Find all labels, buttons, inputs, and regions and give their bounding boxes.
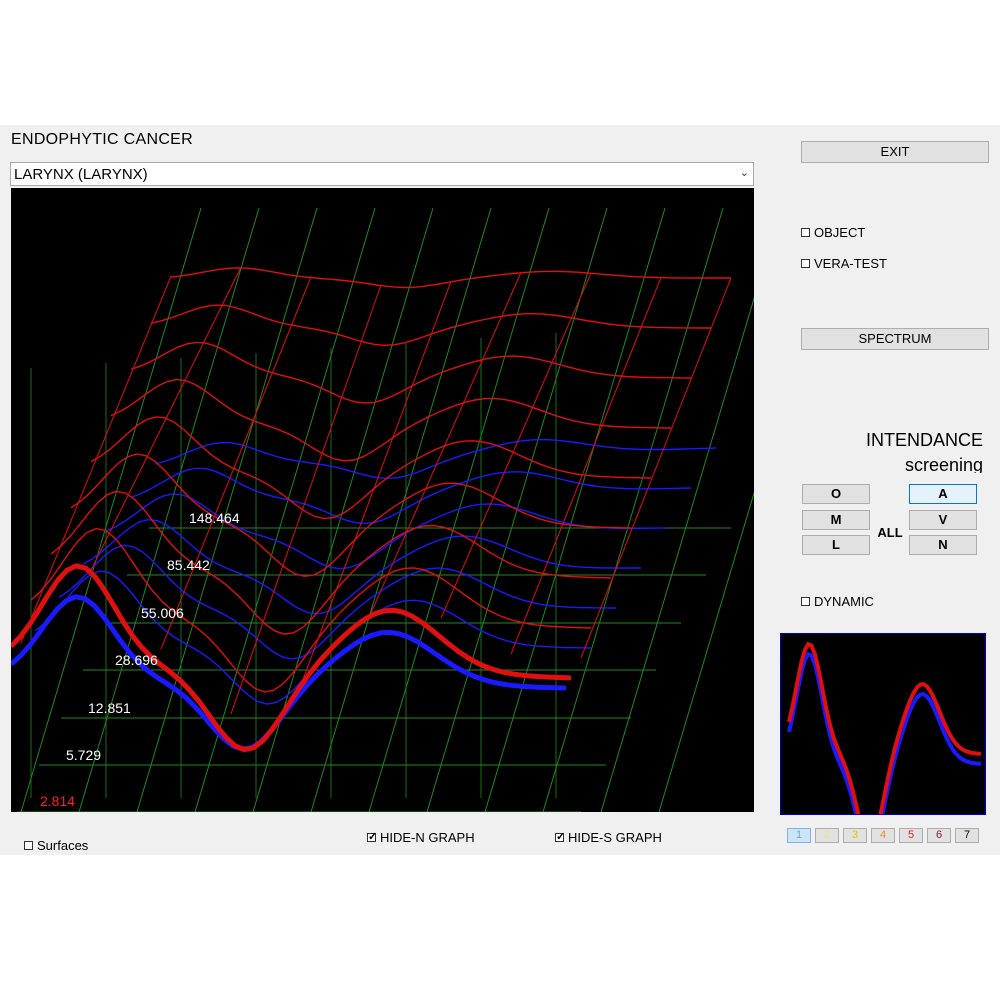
s-surface-col [20,275,172,644]
s-surface-col [580,277,732,659]
grid-line [542,207,724,812]
surface-plot: 148.464 85.442 55.006 28.696 12.851 5.729 2.81… [11,188,754,812]
level-label: 12.851 [88,700,131,716]
level-label: 28.696 [115,652,158,668]
page-button-4[interactable]: 4 [871,828,895,843]
surfaces-checkbox-box[interactable] [24,841,33,850]
page-button-2[interactable]: 2 [815,828,839,843]
s-surface-row [11,563,572,753]
dynamic-checkbox-box[interactable] [801,597,810,606]
mini-graph-canvas [787,641,982,856]
mini-graph [780,633,986,856]
m-button[interactable]: M [802,510,870,530]
app-window: ENDOPHYTIC CANCER LARYNX (LARYNX) ⌄ 148.… [0,125,1000,856]
grid-line [310,207,492,812]
page-button-3[interactable]: 3 [843,828,867,843]
s-surface-col [230,284,382,715]
s-surface-col [370,272,522,614]
grid-lines [17,207,754,812]
l-button[interactable]: L [802,535,870,555]
dynamic-checkbox[interactable]: DYNAMIC [801,594,874,609]
s-surface-col [510,277,662,655]
vera-test-label: VERA-TEST [814,256,887,271]
mini-s-curve [787,641,982,846]
vera-test-checkbox-box[interactable] [801,259,810,268]
hide-s-graph-checkbox[interactable]: HIDE-S GRAPH [555,830,662,845]
page-button-5[interactable]: 5 [899,828,923,843]
grid-line [484,207,666,812]
surface-plot-canvas: 148.464 85.442 55.006 28.696 12.851 5.729 2.81… [11,207,754,812]
grid-line [600,296,754,812]
o-button[interactable]: O [802,484,870,504]
level-label: 148.464 [189,510,240,526]
all-button[interactable]: ALL [874,511,906,555]
hide-n-graph-checkbox[interactable]: HIDE-N GRAPH [367,830,475,845]
chevron-down-icon[interactable]: ⌄ [740,166,749,179]
object-checkbox-box[interactable] [801,228,810,237]
intendance-title: INTENDANCE [865,430,983,450]
surfaces-checkbox[interactable]: Surfaces [24,838,88,853]
n-surface-row [154,438,717,480]
intendance-subtitle: screening [904,455,983,473]
s-surface-row [170,267,731,289]
n-surface-row [11,594,567,752]
object-checkbox[interactable]: OBJECT [801,225,865,240]
organ-dropdown-value: LARYNX (LARYNX) [14,166,148,183]
page-title: ENDOPHYTIC CANCER [11,131,194,148]
s-surface-row [130,341,692,404]
hide-s-graph-checkbox-box[interactable] [555,830,565,843]
s-surface-row [110,378,672,462]
page-button-7[interactable]: 7 [955,828,979,843]
grid-line [658,491,754,812]
page-button-6[interactable]: 6 [927,828,951,843]
hide-n-graph-label: HIDE-N GRAPH [380,830,475,845]
n-button[interactable]: N [909,535,977,555]
dynamic-label: DYNAMIC [814,594,874,609]
v-button[interactable]: V [909,510,977,530]
s-surface-row [90,416,652,520]
object-label: OBJECT [814,225,866,240]
level-label: 85.442 [167,557,210,573]
surfaces-label: Surfaces [37,838,89,853]
grid-line [20,207,202,812]
level-label: 55.006 [141,605,184,621]
page-button-1[interactable]: 1 [787,828,811,843]
vera-test-checkbox[interactable]: VERA-TEST [801,256,887,271]
organ-dropdown[interactable]: LARYNX (LARYNX) ⌄ [10,162,754,186]
spectrum-button[interactable]: SPECTRUM [801,328,989,350]
hide-n-graph-checkbox-box[interactable] [367,830,377,843]
a-button[interactable]: A [909,484,977,504]
s-surface-row [150,304,711,347]
level-label: 5.729 [66,747,101,763]
level-label: 2.814 [40,793,75,809]
exit-button[interactable]: EXIT [801,141,989,163]
hide-s-graph-label: HIDE-S GRAPH [568,830,662,845]
